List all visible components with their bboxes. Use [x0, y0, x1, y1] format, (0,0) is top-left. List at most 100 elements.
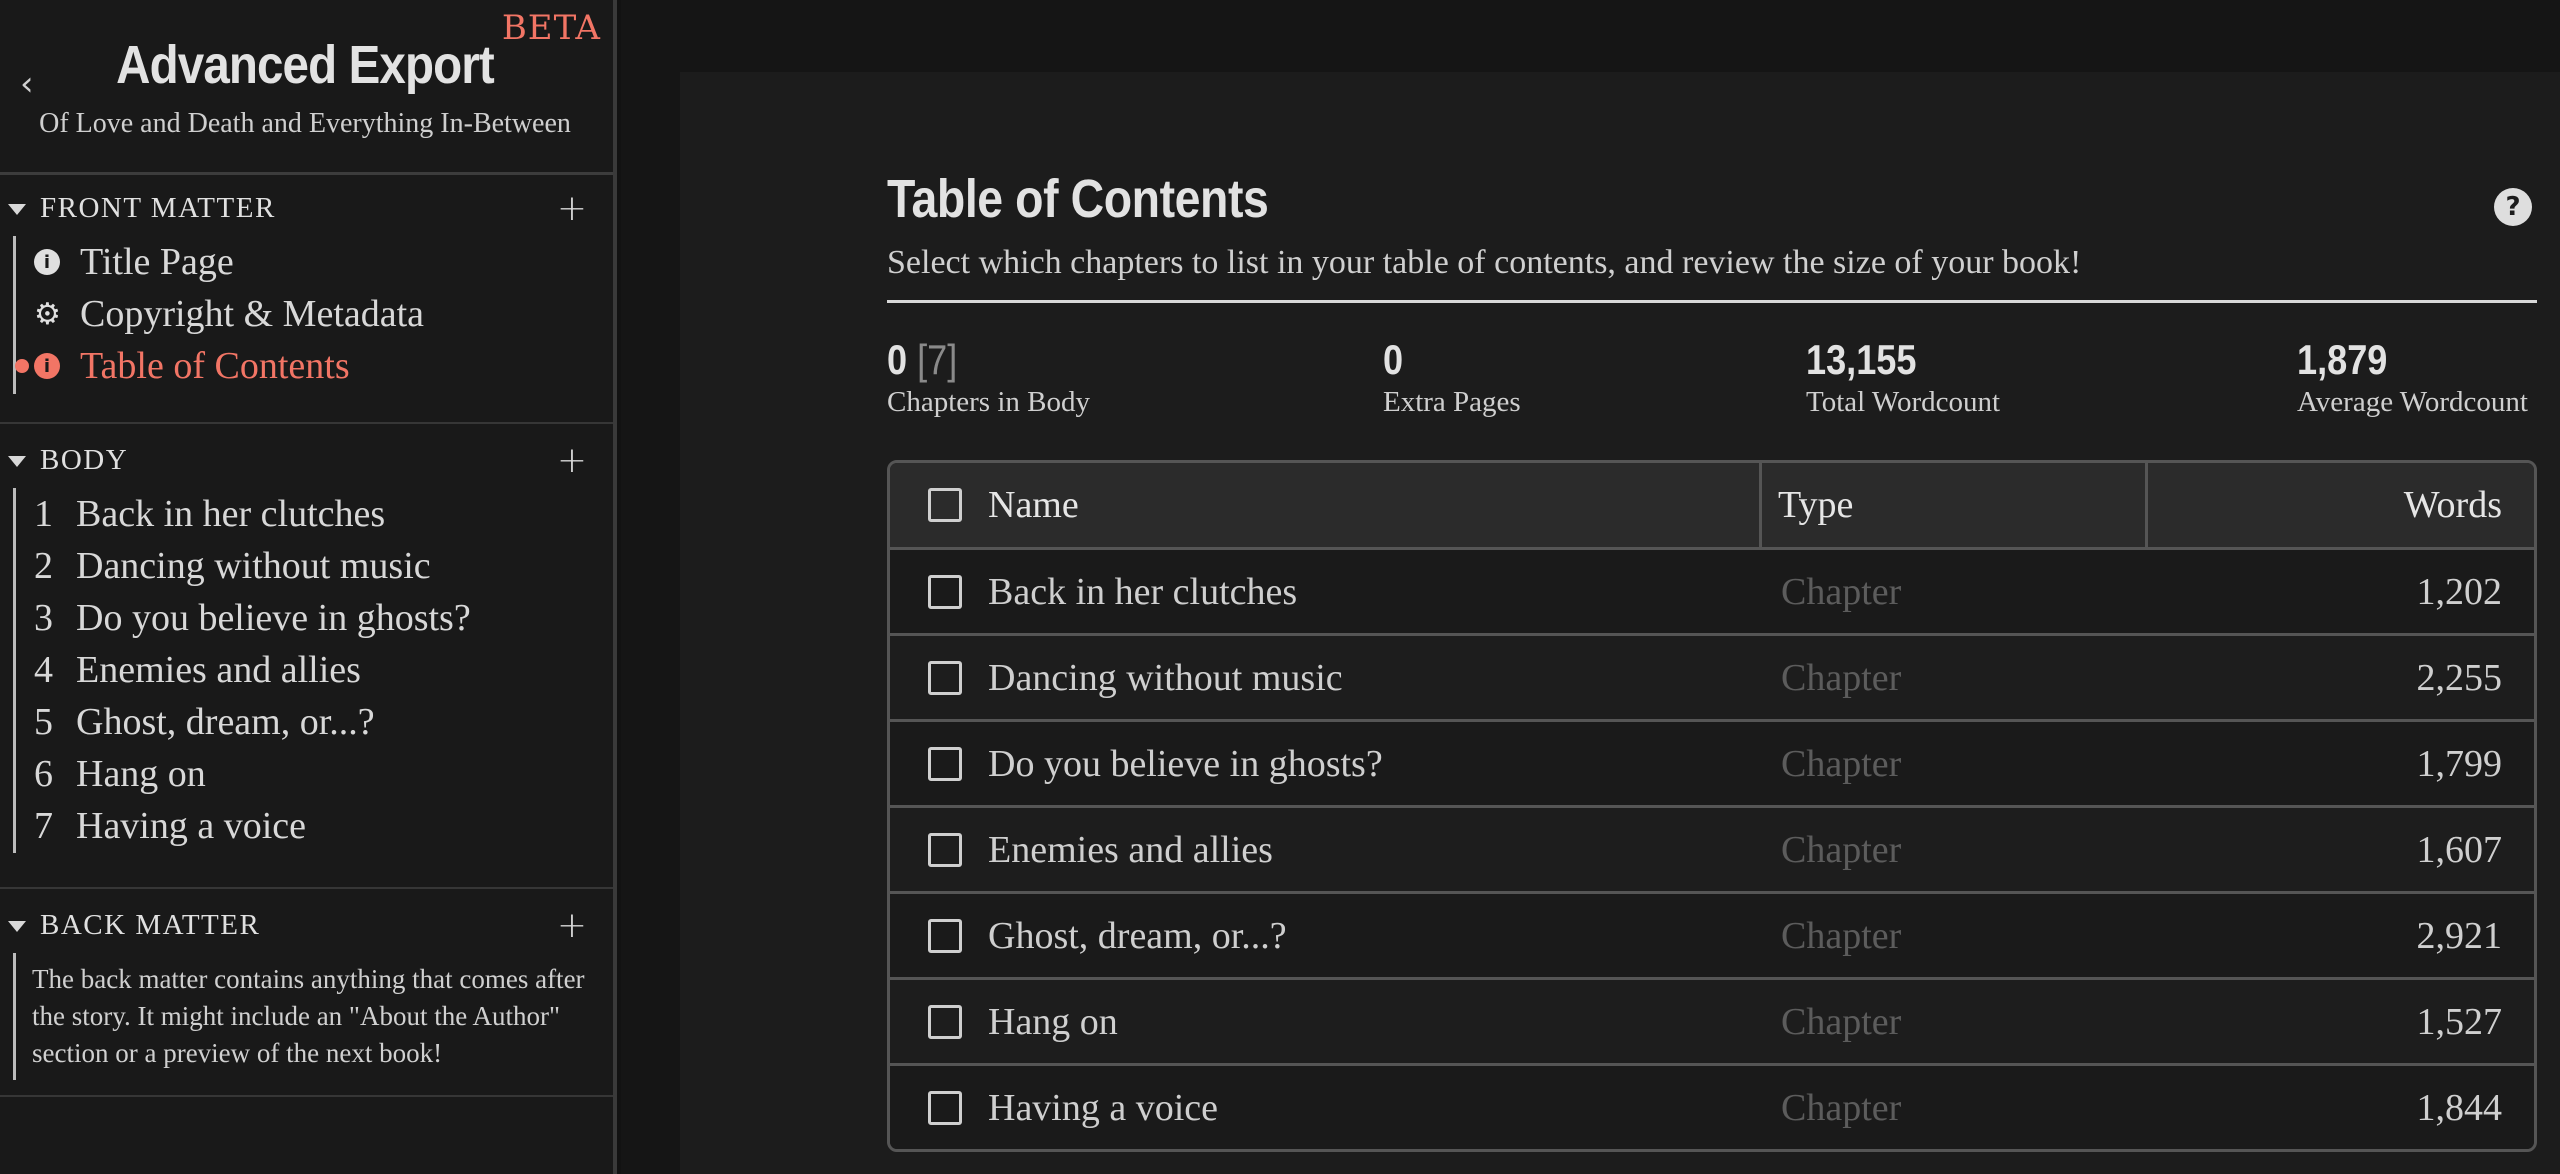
- row-checkbox[interactable]: [928, 832, 962, 867]
- sidebar-chapter-item[interactable]: 3 Do you believe in ghosts?: [34, 592, 613, 644]
- cell-words: 2,921: [2416, 914, 2503, 957]
- column-label: Name: [988, 484, 1079, 526]
- cell-name: Enemies and allies: [890, 828, 1762, 872]
- front-matter-header[interactable]: FRONT MATTER +: [0, 180, 613, 236]
- stat-label: Total Wordcount: [1806, 386, 2001, 418]
- chapters-total: [7]: [917, 336, 958, 383]
- cell-type: Chapter: [1781, 914, 1902, 957]
- page-title: Table of Contents: [887, 169, 1269, 229]
- table-row[interactable]: Do you believe in ghosts? Chapter 1,799: [890, 719, 2534, 805]
- sidebar-chapter-item[interactable]: 2 Dancing without music: [34, 540, 613, 592]
- chapter-label: Hang on: [76, 753, 206, 795]
- sidebar-chapter-item[interactable]: 6 Hang on: [34, 748, 613, 800]
- cell-words: 1,799: [2416, 742, 2503, 785]
- table-row[interactable]: Enemies and allies Chapter 1,607: [890, 805, 2534, 891]
- back-matter-label: BACK MATTER: [40, 908, 261, 941]
- cell-type: Chapter: [1781, 742, 1902, 785]
- cell-type: Chapter: [1781, 656, 1902, 699]
- add-chapter-button[interactable]: +: [557, 440, 587, 481]
- column-header-words[interactable]: Words: [2148, 463, 2534, 547]
- chapters-table: Name Type Words Back in her clutches Cha…: [887, 460, 2537, 1152]
- stat-value: 0 [7]: [887, 336, 1062, 384]
- back-matter-header[interactable]: BACK MATTER +: [0, 897, 613, 953]
- sidebar-item-table-of-contents[interactable]: i Table of Contents: [15, 340, 613, 392]
- info-icon: i: [34, 249, 60, 275]
- chapter-number: 3: [34, 597, 53, 639]
- chapter-name: Ghost, dream, or...?: [988, 914, 1287, 957]
- table-row[interactable]: Ghost, dream, or...? Chapter 2,921: [890, 891, 2534, 977]
- book-title: Of Love and Death and Everything In-Betw…: [39, 108, 571, 139]
- body-section: BODY + 1 Back in her clutches 2 Dancing wi…: [0, 432, 613, 889]
- sidebar-item-copyright[interactable]: ⚙ Copyright & Metadata: [34, 288, 613, 340]
- body-label: BODY: [40, 443, 129, 476]
- gear-icon: ⚙: [34, 296, 61, 332]
- table-header: Name Type Words: [890, 463, 2534, 547]
- back-matter-section: BACK MATTER + The back matter contains a…: [0, 897, 613, 1097]
- stat-value: 13,155: [1806, 336, 1917, 383]
- chapter-name: Dancing without music: [988, 656, 1343, 699]
- row-checkbox[interactable]: [928, 1090, 962, 1125]
- active-indicator: [15, 359, 29, 373]
- chapter-number: 7: [34, 805, 53, 847]
- row-checkbox[interactable]: [928, 1004, 962, 1039]
- cell-words: 1,527: [2416, 1000, 2503, 1043]
- cell-type: Chapter: [1781, 1000, 1902, 1043]
- help-icon[interactable]: ?: [2494, 188, 2532, 226]
- sidebar-item-title-page[interactable]: i Title Page: [34, 236, 613, 288]
- info-icon: i: [34, 353, 60, 379]
- chapter-label: Enemies and allies: [76, 649, 361, 691]
- row-checkbox[interactable]: [928, 746, 962, 781]
- divider: [887, 300, 2537, 303]
- add-back-matter-button[interactable]: +: [557, 905, 587, 946]
- select-all-checkbox[interactable]: [928, 488, 962, 522]
- sidebar-chapter-item[interactable]: 1 Back in her clutches: [34, 488, 613, 540]
- caret-down-icon[interactable]: [8, 920, 26, 932]
- cell-words: 1,607: [2416, 828, 2503, 871]
- body-list: 1 Back in her clutches 2 Dancing without m…: [13, 488, 613, 853]
- sidebar-item-label: Copyright & Metadata: [80, 293, 425, 335]
- caret-down-icon[interactable]: [8, 455, 26, 467]
- sidebar-chapter-item[interactable]: 7 Having a voice: [34, 800, 613, 852]
- cell-name: Ghost, dream, or...?: [890, 914, 1762, 958]
- cell-words: 1,202: [2416, 570, 2503, 613]
- body-header[interactable]: BODY +: [0, 432, 613, 488]
- sidebar-chapter-item[interactable]: 4 Enemies and allies: [34, 644, 613, 696]
- table-row[interactable]: Dancing without music Chapter 2,255: [890, 633, 2534, 719]
- table-row[interactable]: Back in her clutches Chapter 1,202: [890, 547, 2534, 633]
- cell-name: Hang on: [890, 1000, 1762, 1044]
- chapter-label: Ghost, dream, or...?: [76, 701, 375, 743]
- chapter-number: 2: [34, 545, 53, 587]
- chapter-number: 6: [34, 753, 53, 795]
- chevron-left-icon[interactable]: ‹: [20, 64, 34, 104]
- row-checkbox[interactable]: [928, 574, 962, 609]
- stat-label: Chapters in Body: [887, 386, 1090, 418]
- sidebar-header: ‹ BETA Advanced Export Of Love and Death…: [0, 0, 613, 175]
- stat-value: 0: [1383, 336, 1404, 383]
- cell-type: Chapter: [1781, 828, 1902, 871]
- sidebar-item-label: Title Page: [80, 241, 234, 283]
- sidebar: ‹ BETA Advanced Export Of Love and Death…: [0, 0, 617, 1174]
- table-row[interactable]: Hang on Chapter 1,527: [890, 977, 2534, 1063]
- table-row[interactable]: Having a voice Chapter 1,844: [890, 1063, 2534, 1149]
- stat-label: Average Wordcount: [2297, 386, 2528, 418]
- back-matter-body: The back matter contains anything that c…: [13, 953, 613, 1080]
- column-header-type[interactable]: Type: [1762, 463, 2148, 547]
- front-matter-section: FRONT MATTER + i Title Page ⚙ Copyright …: [0, 180, 613, 424]
- cell-type: Chapter: [1781, 1086, 1902, 1129]
- stat-label: Extra Pages: [1383, 386, 1521, 418]
- chapter-name: Do you believe in ghosts?: [988, 742, 1383, 785]
- cell-words: 2,255: [2416, 656, 2503, 699]
- row-checkbox[interactable]: [928, 918, 962, 953]
- row-checkbox[interactable]: [928, 660, 962, 695]
- chapter-name: Back in her clutches: [988, 570, 1298, 613]
- sidebar-chapter-item[interactable]: 5 Ghost, dream, or...?: [34, 696, 613, 748]
- caret-down-icon[interactable]: [8, 203, 26, 215]
- add-front-matter-button[interactable]: +: [557, 188, 587, 229]
- column-header-name[interactable]: Name: [890, 463, 1762, 547]
- chapter-label: Having a voice: [76, 805, 307, 847]
- stat-average-wordcount: 1,879 Average Wordcount: [2297, 336, 2528, 419]
- chapter-label: Back in her clutches: [76, 493, 386, 535]
- cell-name: Back in her clutches: [890, 570, 1762, 614]
- stat-chapters-in-body: 0 [7] Chapters in Body: [887, 336, 1090, 419]
- cell-type: Chapter: [1781, 570, 1902, 613]
